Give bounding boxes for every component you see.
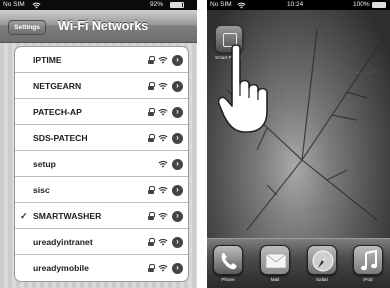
battery-percent: 92% bbox=[150, 1, 164, 8]
carrier-label: No SIM bbox=[3, 1, 25, 8]
network-row[interactable]: IPTIME › bbox=[15, 47, 188, 73]
detail-disclosure-button[interactable]: › bbox=[172, 158, 183, 170]
dock-app-label: Phone bbox=[221, 277, 235, 282]
lock-icon bbox=[148, 108, 155, 116]
carrier-label: No SIM bbox=[210, 1, 232, 8]
network-icons: › bbox=[148, 184, 183, 196]
detail-disclosure-button[interactable]: › bbox=[172, 132, 183, 144]
detail-disclosure-button[interactable]: › bbox=[172, 262, 183, 274]
dock-app-label: Mail bbox=[270, 277, 280, 282]
network-icons: › bbox=[148, 54, 183, 66]
battery-icon bbox=[170, 2, 184, 8]
network-icons: › bbox=[148, 132, 183, 144]
network-row[interactable]: setup › bbox=[15, 151, 188, 177]
detail-disclosure-button[interactable]: › bbox=[172, 236, 183, 248]
network-row[interactable]: SDS-PATECH › bbox=[15, 125, 188, 151]
lock-icon bbox=[148, 134, 155, 142]
dock-app-mail[interactable]: Mail bbox=[260, 245, 292, 282]
detail-disclosure-button[interactable]: › bbox=[172, 106, 183, 118]
lock-icon bbox=[148, 82, 155, 90]
detail-disclosure-button[interactable]: › bbox=[172, 210, 183, 222]
network-name: SDS-PATECH bbox=[33, 133, 88, 143]
lock-icon bbox=[148, 56, 155, 64]
network-row[interactable]: NETGEARN › bbox=[15, 73, 188, 99]
wifi-strength-icon bbox=[158, 160, 168, 168]
network-row[interactable]: sisc › bbox=[15, 177, 188, 203]
network-name: ureadymobile bbox=[33, 263, 89, 273]
detail-disclosure-button[interactable]: › bbox=[172, 80, 183, 92]
wifi-strength-icon bbox=[158, 82, 168, 90]
wifi-settings-screen: No SIM 92% Settings Wi-Fi Networks IPTIM… bbox=[0, 0, 197, 288]
wifi-signal-icon bbox=[237, 2, 246, 9]
network-icons: › bbox=[158, 158, 183, 170]
network-name: ureadyintranet bbox=[33, 237, 93, 247]
lock-icon bbox=[148, 186, 155, 194]
page-title: Wi-Fi Networks bbox=[58, 19, 149, 33]
phone-icon bbox=[213, 245, 243, 275]
navigation-bar: Settings Wi-Fi Networks bbox=[0, 10, 197, 43]
wifi-strength-icon bbox=[158, 212, 168, 220]
lock-icon bbox=[148, 238, 155, 246]
dock-app-ipod[interactable]: iPod bbox=[353, 245, 385, 282]
wifi-strength-icon bbox=[158, 56, 168, 64]
network-row[interactable]: ureadyintranet › bbox=[15, 229, 188, 255]
network-icons: › bbox=[148, 80, 183, 92]
network-icons: › bbox=[148, 262, 183, 274]
battery-icon bbox=[372, 2, 386, 8]
network-row[interactable]: ureadymobile › bbox=[15, 255, 188, 281]
detail-disclosure-button[interactable]: › bbox=[172, 54, 183, 66]
dock-app-label: iPod bbox=[363, 277, 373, 282]
lock-icon bbox=[148, 212, 155, 220]
network-name: setup bbox=[33, 159, 56, 169]
status-bar: No SIM 10:24 100% bbox=[207, 0, 390, 10]
network-list: IPTIME › NETGEARN › PATECH-AP › SDS-PATECH › set… bbox=[14, 46, 189, 282]
battery-percent: 100% bbox=[353, 1, 370, 8]
divider bbox=[197, 0, 207, 288]
network-icons: › bbox=[148, 210, 183, 222]
clock: 10:24 bbox=[287, 1, 304, 8]
wifi-strength-icon bbox=[158, 134, 168, 142]
network-name: PATECH-AP bbox=[33, 107, 82, 117]
wifi-strength-icon bbox=[158, 264, 168, 272]
lock-icon bbox=[148, 264, 155, 272]
music-note-icon bbox=[353, 245, 383, 275]
dock-app-label: Safari bbox=[315, 277, 328, 282]
wifi-signal-icon bbox=[32, 2, 41, 9]
detail-disclosure-button[interactable]: › bbox=[172, 184, 183, 196]
network-row[interactable]: PATECH-AP › bbox=[15, 99, 188, 125]
network-icons: › bbox=[148, 236, 183, 248]
pointing-hand-icon bbox=[218, 44, 268, 133]
network-row[interactable]: ✓ SMARTWASHER › bbox=[15, 203, 188, 229]
checkmark-icon: ✓ bbox=[20, 211, 28, 221]
compass-icon bbox=[307, 245, 337, 275]
network-name: SMARTWASHER bbox=[33, 211, 102, 221]
settings-back-button[interactable]: Settings bbox=[8, 20, 46, 35]
wifi-strength-icon bbox=[158, 238, 168, 246]
network-name: NETGEARN bbox=[33, 81, 82, 91]
network-icons: › bbox=[148, 106, 183, 118]
dock-app-safari[interactable]: Safari bbox=[307, 245, 339, 282]
mail-icon bbox=[260, 245, 290, 275]
dock-app-phone[interactable]: Phone bbox=[213, 245, 245, 282]
status-bar: No SIM 92% bbox=[0, 0, 197, 10]
home-screen: No SIM 10:24 100% Smart Player Phone Mail… bbox=[207, 0, 390, 288]
wifi-strength-icon bbox=[158, 108, 168, 116]
wifi-strength-icon bbox=[158, 186, 168, 194]
page-indicator[interactable] bbox=[207, 231, 390, 244]
dock: Phone Mail Safari iPod bbox=[207, 238, 390, 288]
network-name: sisc bbox=[33, 185, 50, 195]
network-name: IPTIME bbox=[33, 55, 62, 65]
